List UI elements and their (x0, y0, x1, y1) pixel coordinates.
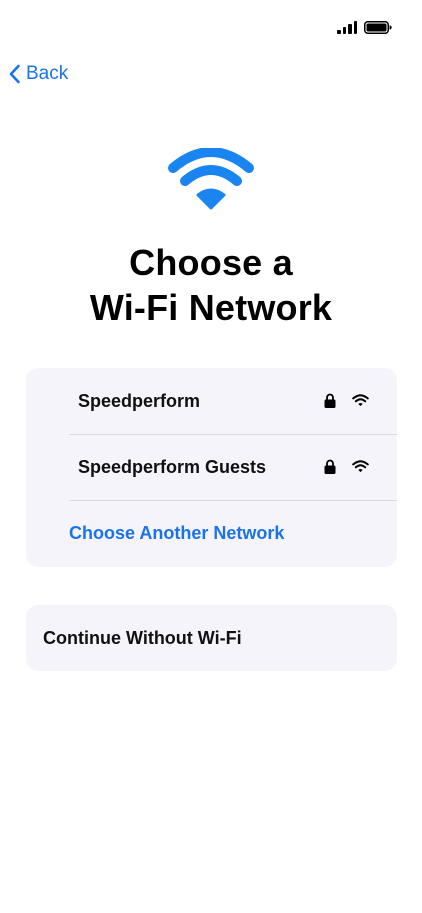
choose-another-network-label: Choose Another Network (69, 522, 285, 543)
lock-icon (324, 393, 336, 408)
lock-icon (324, 459, 336, 474)
wifi-icon (168, 148, 254, 210)
page-title: Choose a Wi-Fi Network (0, 240, 422, 330)
title-line-1: Choose a (129, 242, 293, 283)
signal-icon (337, 21, 357, 34)
continue-without-wifi-button[interactable]: Continue Without Wi-Fi (26, 605, 397, 671)
back-label: Back (26, 63, 69, 84)
network-list: Speedperform Speedperform Guests Choose … (26, 368, 397, 567)
continue-without-wifi-label: Continue Without Wi-Fi (43, 627, 242, 648)
network-row-speedperform-guests[interactable]: Speedperform Guests (69, 434, 397, 501)
back-button[interactable]: Back (8, 60, 68, 88)
wifi-signal-icon (352, 460, 369, 473)
network-name: Speedperform Guests (78, 456, 267, 477)
wifi-signal-icon (352, 394, 369, 407)
network-name: Speedperform (78, 390, 201, 411)
title-line-2: Wi-Fi Network (89, 287, 333, 328)
status-bar (0, 0, 422, 56)
chevron-left-icon (9, 64, 20, 84)
network-row-speedperform[interactable]: Speedperform (69, 368, 397, 435)
choose-another-network-button[interactable]: Choose Another Network (69, 500, 397, 566)
battery-icon (364, 21, 392, 34)
